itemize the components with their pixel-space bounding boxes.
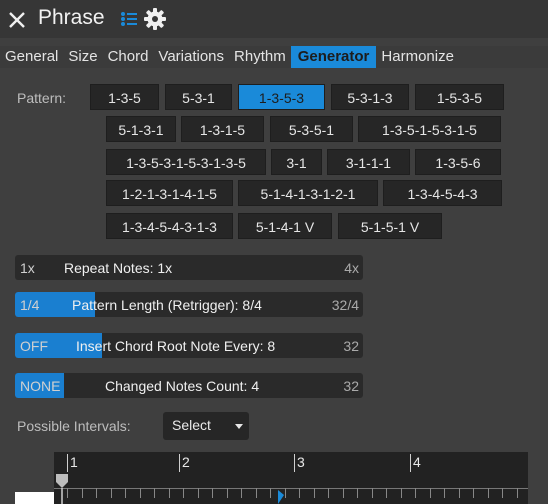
pattern-button[interactable]: 1-3-5: [90, 84, 159, 110]
pattern-button[interactable]: 5-3-1-3: [331, 84, 409, 110]
ruler-tick: [183, 488, 184, 498]
possible-intervals-label: Possible Intervals:: [17, 418, 131, 434]
ruler-tick: [111, 488, 112, 498]
beat-number: 3: [297, 454, 305, 470]
ruler-tick: [67, 488, 68, 498]
window-title: Phrase: [38, 6, 105, 29]
ruler-tick: [415, 488, 416, 498]
beat-line: [179, 454, 180, 472]
ruler-tick: [198, 488, 199, 498]
ruler-tick: [154, 488, 155, 498]
pattern-button[interactable]: 5-1-5-1 V: [338, 213, 442, 239]
timeline-side-block: [15, 492, 55, 504]
close-icon[interactable]: [6, 9, 28, 31]
beat-number: 4: [413, 454, 421, 470]
pattern-button[interactable]: 1-3-4-5-4-3: [383, 180, 502, 206]
repeat-notes-slider[interactable]: 1x Repeat Notes: 1x 4x: [15, 255, 363, 280]
pattern-button[interactable]: 3-1-1-1: [327, 149, 410, 175]
pattern-button[interactable]: 5-1-4-1-3-1-2-1: [238, 180, 378, 206]
repeat-notes-min-value: 1x: [20, 260, 35, 276]
ruler-tick: [328, 488, 329, 498]
pattern-button[interactable]: 5-1-4-1 V: [238, 213, 332, 239]
ruler-tick: [372, 488, 373, 498]
insert-chord-root-max-value: 32: [343, 338, 359, 354]
beat-line: [67, 454, 68, 472]
ruler-tick: [473, 488, 474, 498]
intervals-select-label: Select: [172, 417, 211, 433]
beat-line: [294, 454, 295, 472]
pattern-length-label: Pattern Length (Retrigger): 8/4: [72, 297, 262, 313]
insert-chord-root-slider[interactable]: OFF Insert Chord Root Note Every: 8 32: [15, 333, 363, 358]
pattern-button[interactable]: 1-3-5-3: [238, 84, 325, 110]
ruler-tick: [343, 488, 344, 498]
ruler-tick: [459, 488, 460, 498]
ruler-tick: [488, 488, 489, 498]
insert-chord-root-label: Insert Chord Root Note Every: 8: [76, 338, 276, 354]
changed-notes-count-max-value: 32: [343, 378, 359, 394]
ruler-tick: [401, 488, 402, 498]
position-marker-icon[interactable]: [278, 490, 284, 504]
pattern-button[interactable]: 3-1: [271, 149, 322, 175]
ruler-tick: [82, 488, 83, 498]
ruler-tick: [96, 488, 97, 498]
pattern-label: Pattern:: [17, 90, 67, 106]
pattern-length-max-value: 32/4: [331, 297, 359, 313]
ruler-tick: [241, 488, 242, 498]
pattern-button[interactable]: 5-3-5-1: [270, 116, 353, 142]
chevron-down-icon: [235, 424, 243, 429]
ruler-tick: [285, 488, 286, 498]
pattern-button[interactable]: 1-3-5-1-5-3-1-5: [358, 116, 501, 142]
ruler-tick: [430, 488, 431, 498]
insert-chord-root-min-value: OFF: [20, 338, 48, 354]
ruler-tick: [212, 488, 213, 498]
ruler-tick: [140, 488, 141, 498]
pattern-button[interactable]: 5-3-1: [165, 84, 232, 110]
pattern-length-min-value: 1/4: [20, 297, 40, 313]
tab-generator[interactable]: Generator: [290, 46, 377, 68]
tab-chord[interactable]: Chord: [103, 46, 154, 68]
tab-general[interactable]: General: [0, 46, 63, 68]
pattern-button[interactable]: 1-3-1-5: [181, 116, 264, 142]
ruler-tick: [125, 488, 126, 498]
repeat-notes-max-value: 4x: [344, 260, 359, 276]
tab-variations[interactable]: Variations: [153, 46, 229, 68]
pattern-button[interactable]: 1-3-5-6: [415, 149, 501, 175]
pattern-button[interactable]: 1-3-5-3-1-5-3-1-3-5: [106, 149, 266, 175]
ruler-tick: [299, 488, 300, 498]
changed-notes-count-slider[interactable]: NONE Changed Notes Count: 4 32: [15, 373, 363, 398]
beat-number: 2: [182, 454, 190, 470]
pattern-button[interactable]: 1-5-3-5: [415, 84, 504, 110]
ruler-tick: [386, 488, 387, 498]
repeat-notes-label: Repeat Notes: 1x: [64, 260, 173, 276]
ruler-tick: [517, 488, 518, 498]
ruler-tick: [256, 488, 257, 498]
beat-number: 1: [70, 454, 78, 470]
ruler-tick: [227, 488, 228, 498]
gear-icon[interactable]: [143, 7, 167, 31]
ruler-tick: [314, 488, 315, 498]
tab-harmonize[interactable]: Harmonize: [376, 46, 459, 68]
ruler-tick: [444, 488, 445, 498]
changed-notes-count-label: Changed Notes Count: 4: [105, 378, 260, 394]
intervals-select-dropdown[interactable]: Select: [163, 412, 249, 440]
timeline[interactable]: 1 2 3 4: [54, 452, 528, 504]
pattern-button[interactable]: 5-1-3-1: [106, 116, 176, 142]
pattern-button[interactable]: 1-2-1-3-1-4-1-5: [106, 180, 233, 206]
ruler-tick: [270, 488, 271, 498]
pattern-button[interactable]: 1-3-4-5-4-3-1-3: [106, 213, 233, 239]
tab-rhythm[interactable]: Rhythm: [229, 46, 291, 68]
ruler-tick: [169, 488, 170, 498]
title-bar: Phrase: [0, 0, 548, 38]
beat-line: [410, 454, 411, 472]
pattern-length-slider[interactable]: 1/4 Pattern Length (Retrigger): 8/4 32/4: [15, 292, 363, 317]
ruler-tick: [357, 488, 358, 498]
tab-size[interactable]: Size: [63, 46, 102, 68]
changed-notes-count-min-value: NONE: [20, 378, 61, 394]
list-settings-icon[interactable]: [120, 10, 138, 28]
ruler-tick: [502, 488, 503, 498]
tab-bar: General Size Chord Variations Rhythm Generato…: [0, 46, 548, 68]
